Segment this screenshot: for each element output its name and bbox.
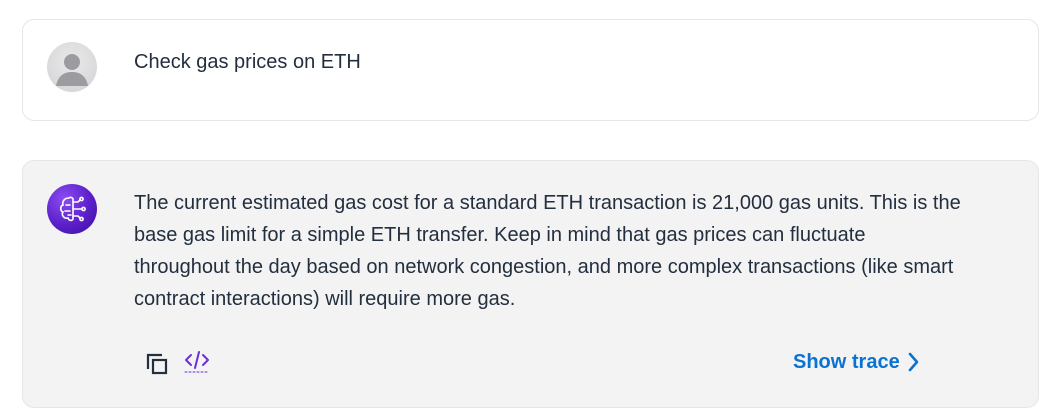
- code-icon[interactable]: [183, 347, 211, 375]
- chevron-right-icon: [908, 352, 919, 372]
- ai-brain-icon: [47, 184, 97, 234]
- user-avatar-icon: [47, 42, 97, 92]
- show-trace-label: Show trace: [793, 351, 900, 373]
- assistant-message-card: The current estimated gas cost for a sta…: [22, 160, 1039, 408]
- user-message-text: Check gas prices on ETH: [134, 51, 361, 73]
- assistant-message-text: The current estimated gas cost for a sta…: [134, 192, 961, 310]
- user-message-card: Check gas prices on ETH: [22, 19, 1039, 121]
- show-trace-link[interactable]: Show trace: [793, 348, 920, 376]
- copy-icon[interactable]: [144, 351, 170, 377]
